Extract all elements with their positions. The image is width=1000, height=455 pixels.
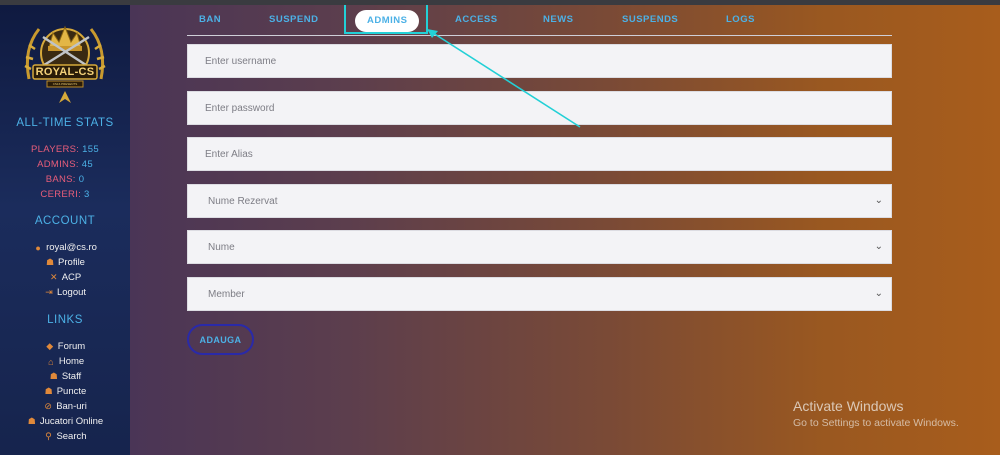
sidebar: ROYAL-CS CS16.PRESENTS ALL-TIME STATS PL… <box>0 5 130 455</box>
account-email-link[interactable]: ● royal@cs.ro <box>0 242 130 253</box>
staff-icon: ☗ <box>49 371 58 381</box>
add-admin-button[interactable]: ADAUGA <box>187 324 254 355</box>
tab-suspend[interactable]: SUSPEND <box>269 14 318 25</box>
window-top-strip <box>0 0 1000 5</box>
chevron-down-icon: ⌄ <box>874 241 883 252</box>
activate-windows-subtitle: Go to Settings to activate Windows. <box>793 417 959 429</box>
link-home[interactable]: ⌂ Home <box>0 356 130 367</box>
main-panel: BAN SUSPEND ADMINS ACCESS NEWS SUSPENDS … <box>130 5 1000 455</box>
tab-highlight-box <box>344 0 428 34</box>
user-icon: ● <box>35 242 41 253</box>
link-forum[interactable]: ◆ Forum <box>0 341 130 352</box>
points-icon: ☗ <box>44 386 53 396</box>
profile-icon: ☗ <box>45 257 55 267</box>
role-value: Member <box>208 288 245 300</box>
username-input[interactable]: Enter username <box>187 44 892 78</box>
link-ban-uri[interactable]: ⊘ Ban-uri <box>0 401 130 412</box>
link-jucatori-online[interactable]: ☗ Jucatori Online <box>0 416 130 427</box>
search-icon: ⚲ <box>45 431 52 441</box>
stats-title: ALL-TIME STATS <box>16 117 114 129</box>
stat-cereri: CERERI: 3 <box>40 189 90 200</box>
stat-admins: ADMINS: 45 <box>37 159 93 170</box>
role-select[interactable]: Member ⌄ <box>187 277 892 311</box>
logo-text: ROYAL-CS <box>35 66 95 78</box>
reserved-name-value: Nume Rezervat <box>208 195 278 207</box>
logo-tagline: CS16.PRESENTS <box>52 82 78 86</box>
account-acp-link[interactable]: ✕ ACP <box>0 272 130 283</box>
tab-suspends[interactable]: SUSPENDS <box>622 14 678 25</box>
activate-windows-watermark: Activate Windows Go to Settings to activ… <box>793 398 959 429</box>
stat-players: PLAYERS: 155 <box>31 144 99 155</box>
name-value: Nume <box>208 241 235 253</box>
chevron-down-icon: ⌄ <box>874 195 883 206</box>
chevron-down-icon: ⌄ <box>874 288 883 299</box>
forum-icon: ◆ <box>46 341 54 351</box>
tools-icon: ✕ <box>49 272 58 282</box>
admin-tabs: BAN SUSPEND ADMINS ACCESS NEWS SUSPENDS … <box>187 5 892 36</box>
link-search[interactable]: ⚲ Search <box>0 431 130 442</box>
stat-bans: BANS: 0 <box>45 174 85 185</box>
reserved-name-select[interactable]: Nume Rezervat ⌄ <box>187 184 892 218</box>
logout-icon: ⇥ <box>45 287 53 297</box>
ban-icon: ⊘ <box>44 401 52 411</box>
players-icon: ☗ <box>27 416 36 426</box>
account-logout-link[interactable]: ⇥ Logout <box>0 287 130 298</box>
account-profile-link[interactable]: ☗ Profile <box>0 257 130 268</box>
links-title: LINKS <box>47 314 83 326</box>
name-select[interactable]: Nume ⌄ <box>187 230 892 264</box>
tab-access[interactable]: ACCESS <box>455 14 498 25</box>
tab-news[interactable]: NEWS <box>543 14 574 25</box>
crown-logo-icon <box>24 25 106 103</box>
link-puncte[interactable]: ☗ Puncte <box>0 386 130 397</box>
site-logo[interactable]: ROYAL-CS CS16.PRESENTS <box>19 9 111 105</box>
tab-ban[interactable]: BAN <box>199 14 221 25</box>
password-input[interactable]: Enter password <box>187 91 892 125</box>
account-title: ACCOUNT <box>34 215 96 227</box>
tab-logs[interactable]: LOGS <box>726 14 755 25</box>
link-staff[interactable]: ☗ Staff <box>0 371 130 382</box>
home-icon: ⌂ <box>48 356 54 367</box>
alias-input[interactable]: Enter Alias <box>187 137 892 171</box>
activate-windows-title: Activate Windows <box>793 398 904 414</box>
